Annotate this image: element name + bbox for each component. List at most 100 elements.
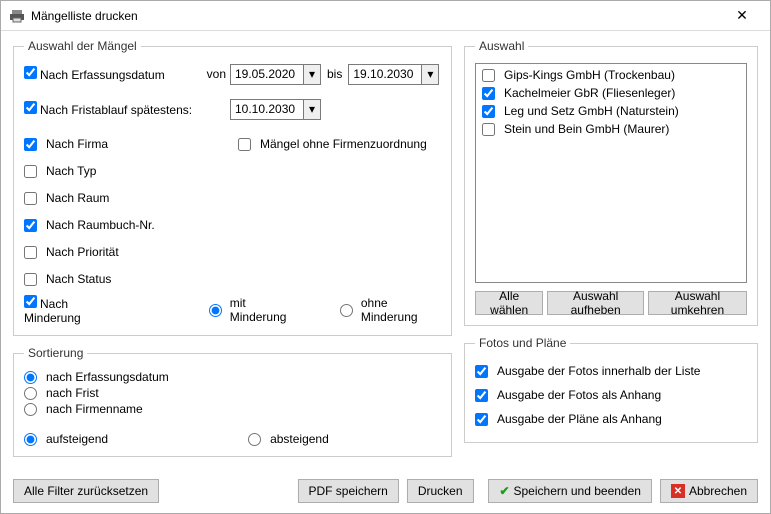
btn-print[interactable]: Drucken (407, 479, 474, 503)
printer-icon (9, 8, 25, 24)
date-frist-input[interactable] (231, 100, 303, 119)
dropdown-icon[interactable]: ▾ (303, 65, 320, 84)
group-maengel-legend: Auswahl der Mängel (24, 39, 141, 53)
label-sort-auf: aufsteigend (46, 432, 108, 446)
radio-sort-firma[interactable]: nach Firmenname (24, 402, 441, 416)
radio-sort-ab-input[interactable] (248, 433, 261, 446)
label-fotos-inner: Ausgabe der Fotos innerhalb der Liste (497, 364, 700, 378)
check-ohne-firma[interactable]: Mängel ohne Firmenzuordnung (238, 137, 427, 151)
radio-sort-frist-input[interactable] (24, 387, 37, 400)
list-checkbox[interactable] (482, 105, 495, 118)
list-item[interactable]: Leg und Setz GmbH (Naturstein) (476, 102, 746, 120)
list-item[interactable]: Gips-Kings GmbH (Trockenbau) (476, 66, 746, 84)
checkbox-nach-raum[interactable] (24, 192, 37, 205)
group-auswahl: Auswahl Gips-Kings GmbH (Trockenbau) Kac… (464, 39, 758, 326)
radio-sort-auf-input[interactable] (24, 433, 37, 446)
checkbox-fotos-inner[interactable] (475, 365, 488, 378)
checkbox-ohne-firma[interactable] (238, 138, 251, 151)
label-nach-prio: Nach Priorität (46, 245, 119, 259)
date-von-input[interactable] (231, 65, 303, 84)
dropdown-icon[interactable]: ▾ (303, 100, 320, 119)
check-nach-raumbuch[interactable]: Nach Raumbuch-Nr. (24, 218, 156, 232)
group-fotos: Fotos und Pläne Ausgabe der Fotos innerh… (464, 336, 758, 443)
btn-cancel[interactable]: ✕Abbrechen (660, 479, 758, 503)
group-sortierung: Sortierung nach Erfassungsdatum nach Fri… (13, 346, 452, 457)
x-icon: ✕ (671, 484, 685, 498)
date-frist[interactable]: ▾ (230, 99, 321, 120)
radio-sort-erfassung-input[interactable] (24, 371, 37, 384)
btn-select-none[interactable]: Auswahl aufheben (547, 291, 644, 315)
btn-select-all[interactable]: Alle wählen (475, 291, 543, 315)
btn-pdf[interactable]: PDF speichern (297, 479, 398, 503)
checkbox-nach-firma[interactable] (24, 138, 37, 151)
list-label: Kachelmeier GbR (Fliesenleger) (504, 86, 675, 100)
label-ohne-minderung: ohne Minderung (361, 296, 441, 324)
check-nach-firma[interactable]: Nach Firma (24, 137, 156, 151)
list-item[interactable]: Kachelmeier GbR (Fliesenleger) (476, 84, 746, 102)
label-sort-frist: nach Frist (46, 386, 99, 400)
list-label: Stein und Bein GmbH (Maurer) (504, 122, 669, 136)
label-nach-status: Nach Status (46, 272, 111, 286)
list-item[interactable]: Stein und Bein GmbH (Maurer) (476, 120, 746, 138)
label-plaene-anhang: Ausgabe der Pläne als Anhang (497, 412, 662, 426)
btn-save-close[interactable]: ✔Speichern und beenden (488, 479, 652, 503)
radio-sort-ab[interactable]: absteigend (248, 432, 329, 446)
checkbox-nach-status[interactable] (24, 273, 37, 286)
label-bis: bis (327, 67, 342, 81)
radio-sort-erfassung[interactable]: nach Erfassungsdatum (24, 370, 441, 384)
checkbox-nach-raumbuch[interactable] (24, 219, 37, 232)
checkbox-nach-typ[interactable] (24, 165, 37, 178)
footer: Alle Filter zurücksetzen PDF speichern D… (13, 479, 758, 503)
label-sort-firma: nach Firmenname (46, 402, 143, 416)
label-mit-minderung: mit Minderung (230, 296, 300, 324)
btn-select-invert[interactable]: Auswahl umkehren (648, 291, 747, 315)
radio-mit-minderung-input[interactable] (209, 304, 222, 317)
date-bis[interactable]: ▾ (348, 64, 439, 85)
group-sortierung-legend: Sortierung (24, 346, 87, 360)
btn-reset-filters[interactable]: Alle Filter zurücksetzen (13, 479, 159, 503)
list-checkbox[interactable] (482, 87, 495, 100)
label-ohne-firma: Mängel ohne Firmenzuordnung (260, 137, 427, 151)
checkbox-fotos-anhang[interactable] (475, 389, 488, 402)
list-checkbox[interactable] (482, 123, 495, 136)
dropdown-icon[interactable]: ▾ (421, 65, 438, 84)
check-nach-minderung[interactable]: Nach Minderung (24, 295, 123, 325)
btn-save-close-label: Speichern und beenden (514, 484, 641, 498)
label-nach-raumbuch: Nach Raumbuch-Nr. (46, 218, 155, 232)
label-nach-erfassung: Nach Erfassungsdatum (40, 68, 165, 82)
list-checkbox[interactable] (482, 69, 495, 82)
radio-ohne-minderung[interactable]: ohne Minderung (340, 296, 441, 324)
checkbox-nach-erfassung[interactable] (24, 66, 37, 79)
close-button[interactable]: ✕ (722, 2, 762, 30)
radio-sort-firma-input[interactable] (24, 403, 37, 416)
check-plaene-anhang[interactable]: Ausgabe der Pläne als Anhang (475, 412, 662, 426)
checkbox-nach-prio[interactable] (24, 246, 37, 259)
label-nach-firma: Nach Firma (46, 137, 108, 151)
radio-sort-frist[interactable]: nach Frist (24, 386, 441, 400)
check-fotos-anhang[interactable]: Ausgabe der Fotos als Anhang (475, 388, 661, 402)
date-von[interactable]: ▾ (230, 64, 321, 85)
checkbox-nach-frist[interactable] (24, 101, 37, 114)
checkbox-plaene-anhang[interactable] (475, 413, 488, 426)
check-nach-raum[interactable]: Nach Raum (24, 191, 156, 205)
date-bis-input[interactable] (349, 65, 421, 84)
check-nach-erfassung[interactable]: Nach Erfassungsdatum (24, 66, 165, 82)
label-fotos-anhang: Ausgabe der Fotos als Anhang (497, 388, 661, 402)
check-fotos-inner[interactable]: Ausgabe der Fotos innerhalb der Liste (475, 364, 700, 378)
check-nach-prio[interactable]: Nach Priorität (24, 245, 156, 259)
check-nach-typ[interactable]: Nach Typ (24, 164, 156, 178)
window-title: Mängelliste drucken (31, 9, 722, 23)
radio-ohne-minderung-input[interactable] (340, 304, 353, 317)
check-nach-frist[interactable]: Nach Fristablauf spätestens: (24, 101, 192, 117)
radio-mit-minderung[interactable]: mit Minderung (209, 296, 300, 324)
list-label: Gips-Kings GmbH (Trockenbau) (504, 68, 675, 82)
check-nach-status[interactable]: Nach Status (24, 272, 156, 286)
label-von: von (202, 67, 230, 81)
label-sort-erfassung: nach Erfassungsdatum (46, 370, 169, 384)
titlebar: Mängelliste drucken ✕ (1, 1, 770, 31)
selection-listbox[interactable]: Gips-Kings GmbH (Trockenbau) Kachelmeier… (475, 63, 747, 283)
radio-sort-auf[interactable]: aufsteigend (24, 432, 108, 446)
checkbox-nach-minderung[interactable] (24, 295, 37, 308)
group-auswahl-legend: Auswahl (475, 39, 528, 53)
list-label: Leg und Setz GmbH (Naturstein) (504, 104, 679, 118)
